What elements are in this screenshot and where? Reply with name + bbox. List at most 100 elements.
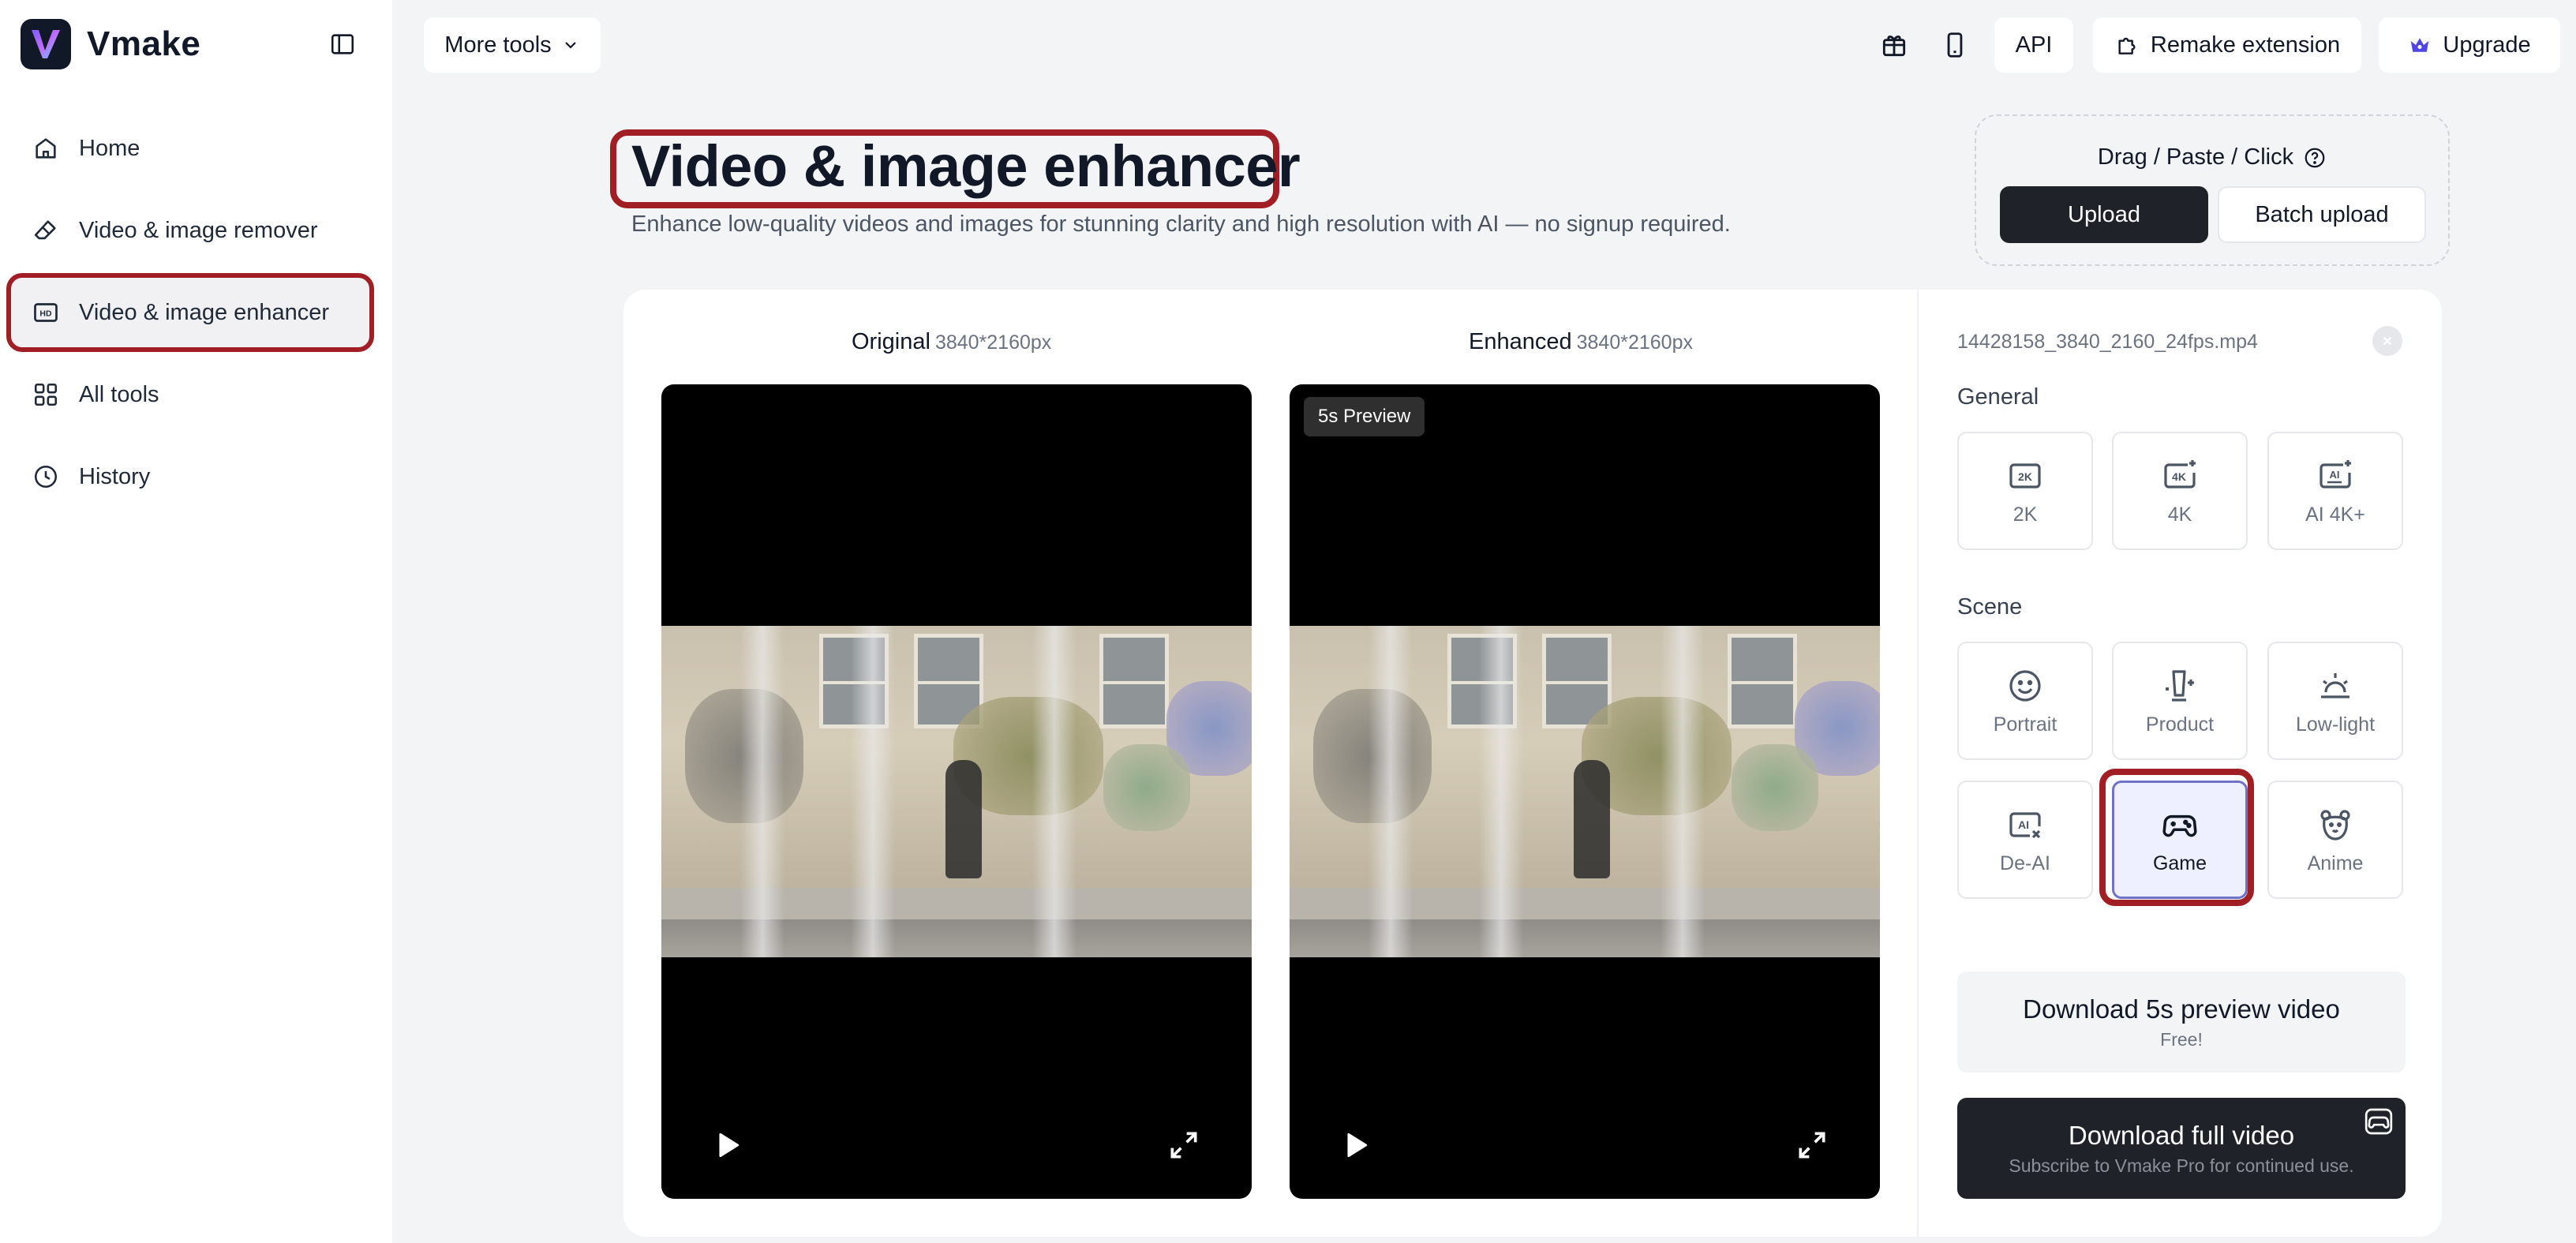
download-full-label: Download full video: [2068, 1120, 2295, 1150]
option-4k[interactable]: 4K 4K: [2112, 432, 2248, 550]
sidebar-toggle-icon[interactable]: [327, 28, 358, 60]
option-low-light[interactable]: Low-light: [2267, 642, 2403, 760]
sidebar-item-label: Video & image enhancer: [79, 299, 330, 325]
svg-text:AI: AI: [2018, 818, 2029, 831]
vmake-logo-icon: [21, 19, 71, 69]
video-frame-figure: [1574, 760, 1610, 878]
gamepad-badge-icon: [2363, 1106, 2394, 1137]
2k-icon: 2K: [2005, 456, 2045, 496]
sidebar-item-history[interactable]: History: [9, 440, 371, 513]
brand-logo[interactable]: Vmake: [21, 19, 200, 69]
chevron-down-icon: [561, 36, 580, 54]
option-label: AI 4K+: [2305, 503, 2365, 526]
option-label: Low-light: [2295, 713, 2376, 736]
video-frame-window: [1099, 634, 1169, 728]
original-video-player[interactable]: [661, 384, 1252, 1199]
gift-icon[interactable]: [1877, 28, 1911, 62]
video-frame-figure: [945, 760, 982, 878]
download-full-sub: Subscribe to Vmake Pro for continued use…: [2009, 1155, 2354, 1176]
sidebar-item-label: All tools: [79, 381, 159, 407]
close-icon[interactable]: [2372, 326, 2402, 356]
more-tools-label: More tools: [444, 32, 552, 58]
hd-icon: HD: [30, 297, 62, 328]
page-subtitle: Enhance low-quality videos and images fo…: [631, 212, 1731, 237]
option-label: Anime: [2307, 852, 2364, 874]
download-preview-label: Download 5s preview video: [2023, 994, 2340, 1024]
play-icon[interactable]: [1339, 1128, 1373, 1163]
home-icon: [30, 133, 62, 164]
option-de-ai[interactable]: AI De-AI: [1957, 781, 2093, 899]
sidebar-item-all-tools[interactable]: All tools: [9, 358, 371, 431]
download-preview-sub: Free!: [2160, 1028, 2203, 1050]
sidebar-item-enhancer[interactable]: HD Video & image enhancer: [6, 273, 374, 352]
remake-extension-label: Remake extension: [2150, 32, 2341, 58]
svg-text:2K: 2K: [2018, 470, 2032, 483]
video-frame-streak: [1479, 626, 1523, 957]
grid-icon: [30, 379, 62, 410]
video-frame-streak: [740, 626, 784, 957]
enhanced-dims: 3840*2160px: [1576, 331, 1693, 354]
sidebar-item-label: History: [79, 463, 151, 489]
batch-upload-button[interactable]: Batch upload: [2218, 186, 2426, 243]
fullscreen-icon[interactable]: [1166, 1128, 1201, 1163]
option-ai-4k-plus[interactable]: AI AI 4K+: [2267, 432, 2403, 550]
fullscreen-icon[interactable]: [1795, 1128, 1829, 1163]
sidebar-item-label: Home: [79, 135, 140, 161]
remake-extension-button[interactable]: Remake extension: [2093, 17, 2361, 73]
sidebar-item-label: Video & image remover: [79, 217, 318, 243]
product-bottle-icon: [2160, 666, 2200, 706]
api-label: API: [2015, 32, 2053, 58]
enhanced-label-text: Enhanced: [1469, 329, 1572, 354]
sidebar-nav: Home Video & image remover HD Video & im…: [6, 112, 374, 522]
api-button[interactable]: API: [1994, 17, 2073, 73]
enhancer-card: Original 3840*2160px Enhanced 3840*2160px: [623, 290, 2442, 1237]
general-section-label: General: [1957, 384, 2039, 410]
download-preview-button[interactable]: Download 5s preview video Free!: [1957, 972, 2406, 1073]
svg-text:4K: 4K: [2172, 470, 2186, 483]
smile-icon: [2005, 666, 2045, 706]
mobile-icon[interactable]: [1938, 28, 1972, 62]
upgrade-label: Upgrade: [2443, 32, 2531, 58]
video-frame-streak: [851, 626, 895, 957]
option-portrait[interactable]: Portrait: [1957, 642, 2093, 760]
sidebar: Vmake Home Video & image remover HD Vide…: [0, 0, 392, 1243]
more-tools-button[interactable]: More tools: [424, 17, 601, 73]
play-icon[interactable]: [710, 1128, 745, 1163]
svg-text:AI: AI: [2330, 469, 2340, 481]
upload-hint: Drag / Paste / Click: [1976, 144, 2448, 170]
upload-hint-text: Drag / Paste / Click: [2097, 144, 2294, 170]
upload-button[interactable]: Upload: [2000, 186, 2208, 243]
upload-dropzone[interactable]: Drag / Paste / Click Upload Batch upload: [1975, 114, 2450, 266]
download-full-button[interactable]: Download full video Subscribe to Vmake P…: [1957, 1098, 2406, 1199]
option-label: De-AI: [2000, 852, 2050, 874]
clock-icon: [30, 461, 62, 492]
video-frame-graffiti: [1103, 744, 1190, 831]
svg-text:HD: HD: [39, 309, 52, 319]
upgrade-button[interactable]: Upgrade: [2379, 17, 2560, 73]
page-title: Video & image enhancer: [631, 133, 1301, 199]
crown-icon: [2408, 33, 2432, 57]
brand-name: Vmake: [87, 24, 201, 63]
enhanced-video-player[interactable]: 5s Preview: [1290, 384, 1880, 1199]
panel-divider: [1917, 290, 1919, 1237]
app-root: Vmake Home Video & image remover HD Vide…: [0, 0, 2576, 1243]
video-frame-graffiti: [1732, 744, 1818, 831]
sunrise-icon: [2316, 666, 2355, 706]
sidebar-item-remover[interactable]: Video & image remover: [9, 194, 371, 267]
option-label: Portrait: [1993, 713, 2057, 736]
video-frame: [1290, 626, 1880, 957]
selection-highlight: [2099, 769, 2254, 906]
preview-badge: 5s Preview: [1304, 397, 1425, 436]
de-ai-icon: AI: [2005, 805, 2045, 844]
option-product[interactable]: Product: [2112, 642, 2248, 760]
bear-icon: [2316, 805, 2355, 844]
sidebar-item-home[interactable]: Home: [9, 112, 371, 185]
option-2k[interactable]: 2K 2K: [1957, 432, 2093, 550]
original-dims: 3840*2160px: [934, 331, 1052, 354]
option-anime[interactable]: Anime: [2267, 781, 2403, 899]
video-frame-window: [1728, 634, 1797, 728]
option-label: Product: [2145, 713, 2215, 736]
help-icon[interactable]: [2303, 146, 2327, 170]
puzzle-icon: [2114, 32, 2140, 58]
video-frame: [661, 626, 1252, 957]
